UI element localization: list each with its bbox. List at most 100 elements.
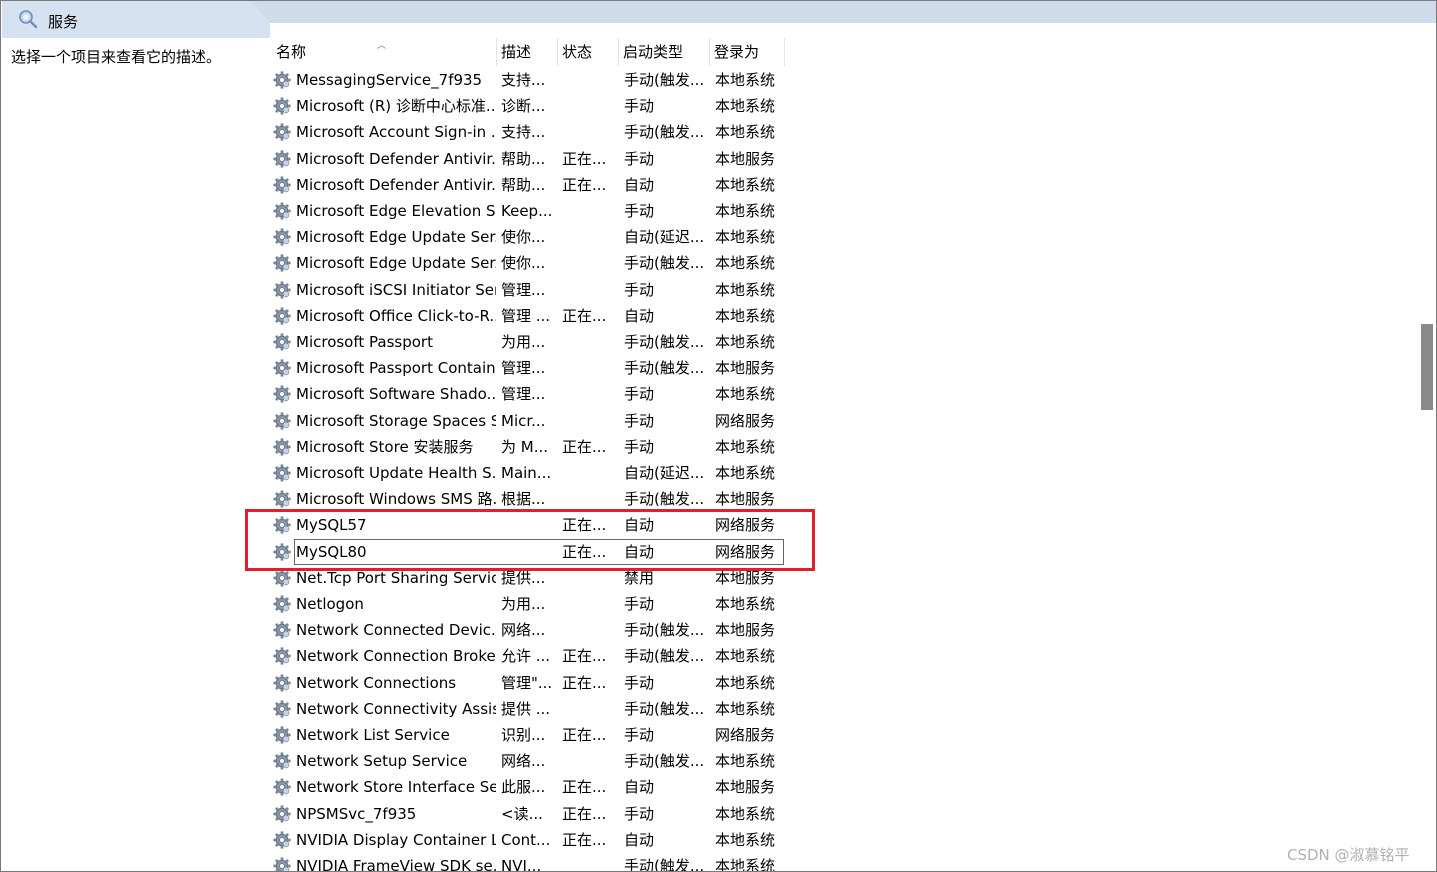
service-status: 正在... bbox=[562, 306, 607, 325]
service-row[interactable]: Microsoft Software Shado... 管理... 手动 本地系统 bbox=[267, 381, 787, 407]
service-description: 帮助... bbox=[501, 175, 546, 194]
services-list[interactable]: 名称 ︿ 描述 状态 启动类型 登录为 MessagingService_7f9… bbox=[267, 38, 1418, 872]
service-name: MessagingService_7f935 bbox=[296, 71, 483, 89]
service-startup-type: 自动 bbox=[624, 306, 655, 325]
service-name: NVIDIA Display Container LS bbox=[296, 830, 496, 849]
service-description: 管理... bbox=[501, 385, 546, 404]
service-row[interactable]: Microsoft Passport Container 管理... 手动(触发..… bbox=[267, 355, 787, 381]
column-header-startup-type[interactable]: 启动类型 bbox=[619, 38, 710, 66]
service-gear-icon bbox=[273, 595, 291, 613]
service-gear-icon bbox=[273, 569, 291, 587]
service-gear-icon bbox=[273, 464, 291, 482]
service-description: Main... bbox=[501, 464, 552, 482]
service-log-on-as: 本地服务 bbox=[715, 621, 776, 640]
service-name: Microsoft Edge Elevation S... bbox=[296, 202, 496, 220]
service-description: 为用... bbox=[501, 333, 546, 351]
column-header-description[interactable]: 描述 bbox=[497, 38, 558, 66]
service-gear-icon bbox=[273, 333, 291, 351]
service-gear-icon bbox=[273, 805, 291, 823]
service-row[interactable]: Microsoft Edge Elevation S... Keep... 手动 本地… bbox=[267, 198, 787, 224]
service-row[interactable]: Network Connections 管理"... 正在... 手动 本地系统 bbox=[267, 670, 787, 696]
service-row[interactable]: MessagingService_7f935 支持... 手动(触发... 本地系统 bbox=[267, 67, 787, 93]
service-startup-type: 手动(触发... bbox=[624, 71, 705, 89]
column-header-status[interactable]: 状态 bbox=[558, 38, 619, 66]
service-name: Microsoft Office Click-to-R... bbox=[296, 306, 496, 325]
services-window: 服务 选择一个项目来查看它的描述。 名称 ︿ 描述 状态 启动类型 登录为 Me… bbox=[0, 0, 1437, 872]
service-log-on-as: 本地系统 bbox=[715, 202, 776, 220]
service-log-on-as: 本地服务 bbox=[715, 149, 776, 168]
service-status: 正在... bbox=[562, 726, 607, 744]
service-description: 管理... bbox=[501, 359, 546, 378]
service-row[interactable]: Microsoft iSCSI Initiator Ser... 管理... 手动 本… bbox=[267, 277, 787, 303]
service-startup-type: 手动 bbox=[624, 437, 655, 456]
service-log-on-as: 本地系统 bbox=[715, 228, 776, 247]
service-startup-type: 自动 bbox=[624, 778, 655, 797]
service-row[interactable]: Microsoft Storage Spaces S... Micr... 手动 网络… bbox=[267, 408, 787, 434]
service-row[interactable]: Microsoft Store 安装服务 为 M... 正在... 手动 本地系统 bbox=[267, 434, 787, 460]
title-tab bbox=[2, 1, 270, 38]
service-row[interactable]: Microsoft Account Sign-in ... 支持... 手动(触发.… bbox=[267, 119, 787, 145]
service-row[interactable]: Network List Service 识别... 正在... 手动 网络服务 bbox=[267, 722, 787, 748]
service-gear-icon bbox=[273, 71, 291, 89]
service-row[interactable]: Network Connection Broker 允许 ... 正在... 手动(触… bbox=[267, 643, 787, 669]
service-startup-type: 手动(触发... bbox=[624, 699, 705, 718]
service-log-on-as: 网络服务 bbox=[715, 411, 776, 430]
service-row[interactable]: Microsoft (R) 诊断中心标准... 诊断... 手动 本地系统 bbox=[267, 93, 787, 119]
service-log-on-as: 本地系统 bbox=[715, 97, 776, 116]
service-gear-icon bbox=[273, 176, 291, 194]
service-log-on-as: 本地系统 bbox=[715, 123, 776, 142]
service-name: Microsoft Account Sign-in ... bbox=[296, 123, 496, 142]
service-log-on-as: 本地系统 bbox=[715, 857, 776, 872]
service-gear-icon bbox=[273, 752, 291, 770]
column-header-log-on-as[interactable]: 登录为 bbox=[710, 38, 785, 66]
service-row[interactable]: Microsoft Edge Update Ser... 使你... 自动(延迟..… bbox=[267, 224, 787, 250]
service-row[interactable]: Network Store Interface Se... 此服... 正在... 自… bbox=[267, 774, 787, 800]
service-row[interactable]: Microsoft Office Click-to-R... 管理 ... 正在..… bbox=[267, 303, 787, 329]
service-row[interactable]: Network Connected Devic... 网络... 手动(触发... 本… bbox=[267, 617, 787, 643]
service-name: Network Connections bbox=[296, 673, 457, 692]
service-gear-icon bbox=[273, 150, 291, 168]
service-startup-type: 手动(触发... bbox=[624, 254, 705, 273]
scrollbar-thumb[interactable] bbox=[1421, 324, 1433, 410]
service-status: 正在... bbox=[562, 830, 607, 849]
service-log-on-as: 本地系统 bbox=[715, 306, 776, 325]
service-gear-icon bbox=[273, 281, 291, 299]
service-gear-icon bbox=[273, 490, 291, 508]
column-divider[interactable] bbox=[784, 38, 785, 66]
service-startup-type: 手动(触发... bbox=[624, 857, 705, 872]
service-startup-type: 自动(延迟... bbox=[624, 464, 705, 482]
service-log-on-as: 本地系统 bbox=[715, 254, 776, 273]
service-startup-type: 手动 bbox=[624, 595, 655, 613]
service-row[interactable]: Netlogon 为用... 手动 本地系统 bbox=[267, 591, 787, 617]
service-name: Microsoft Edge Update Ser... bbox=[296, 228, 496, 247]
vertical-scrollbar[interactable] bbox=[1418, 38, 1436, 871]
service-name: Network Connection Broker bbox=[296, 647, 496, 666]
service-description: 此服... bbox=[501, 778, 546, 797]
service-description: 管理... bbox=[501, 280, 546, 299]
service-row[interactable]: Microsoft Passport 为用... 手动(触发... 本地系统 bbox=[267, 329, 787, 355]
service-row[interactable]: NPSMSvc_7f935 <读... 正在... 手动 本地系统 bbox=[267, 801, 787, 827]
service-startup-type: 手动 bbox=[624, 673, 655, 692]
service-description: 识别... bbox=[501, 726, 546, 744]
service-name: Network Connectivity Assis... bbox=[296, 699, 496, 718]
service-row[interactable]: Microsoft Update Health S... Main... 自动(延迟… bbox=[267, 460, 787, 486]
service-row[interactable]: Microsoft Defender Antivir... 帮助... 正在... 自… bbox=[267, 172, 787, 198]
service-row[interactable]: Network Connectivity Assis... 提供 ... 手动(触发… bbox=[267, 696, 787, 722]
service-row[interactable]: Microsoft Defender Antivir... 帮助... 正在... 手… bbox=[267, 146, 787, 172]
service-name: Network Connected Devic... bbox=[296, 621, 496, 640]
service-description: 允许 ... bbox=[501, 647, 551, 666]
service-status: 正在... bbox=[562, 149, 607, 168]
service-row[interactable]: Network Setup Service 网络... 手动(触发... 本地系统 bbox=[267, 748, 787, 774]
service-description: 诊断... bbox=[501, 97, 546, 116]
service-log-on-as: 本地系统 bbox=[715, 699, 776, 718]
service-gear-icon bbox=[273, 123, 291, 141]
service-row[interactable]: NVIDIA Display Container LS Cont... 正在... 自… bbox=[267, 827, 787, 853]
service-gear-icon bbox=[273, 831, 291, 849]
service-name: Network Setup Service bbox=[296, 752, 468, 771]
service-row[interactable]: Microsoft Edge Update Ser... 使你... 手动(触发..… bbox=[267, 250, 787, 276]
service-log-on-as: 本地系统 bbox=[715, 333, 776, 351]
service-status: 正在... bbox=[562, 673, 607, 692]
service-row[interactable]: NVIDIA FrameView SDK se... NVI... 手动(触发...… bbox=[267, 853, 787, 872]
service-name: Microsoft (R) 诊断中心标准... bbox=[296, 97, 496, 116]
service-name: Network Store Interface Se... bbox=[296, 778, 496, 797]
